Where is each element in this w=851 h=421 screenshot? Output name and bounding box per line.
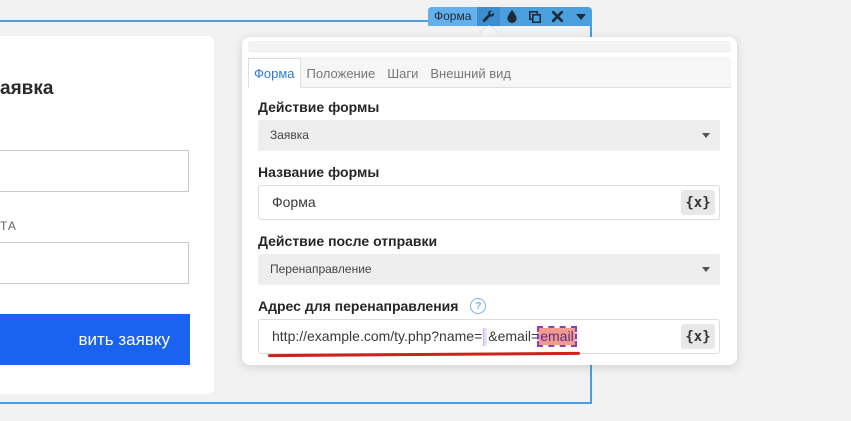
form-action-select[interactable]: Заявка [258, 120, 720, 151]
toolbar-label[interactable]: Форма [428, 7, 478, 26]
redirect-url-middle: &email= [488, 328, 540, 344]
toolbar-style-button[interactable] [500, 7, 523, 26]
after-submit-label: Действие после отправки [258, 233, 438, 249]
text-cursor [483, 328, 488, 347]
redirect-url-prefix: http://example.com/ty.php?name= [272, 328, 483, 344]
redirect-label: Адрес для перенаправления? [258, 298, 487, 315]
form-action-label: Действие формы [258, 99, 380, 115]
form-name-label: Название формы [258, 164, 380, 180]
toolbar-duplicate-button[interactable] [523, 7, 546, 26]
copy-icon [528, 10, 541, 23]
drop-icon [507, 10, 517, 23]
toolbar-settings-button[interactable] [477, 7, 501, 26]
after-submit-select[interactable]: Перенаправление [258, 254, 720, 285]
settings-panel: Форма Положение Шаги Внешний вид Действи… [242, 37, 737, 365]
form-name-input[interactable]: Форма {x} [258, 185, 720, 220]
toolbar-more-button[interactable] [569, 7, 592, 26]
toolbar-delete-button[interactable] [546, 7, 569, 26]
help-icon[interactable]: ? [470, 298, 487, 315]
after-submit-value: Перенаправление [270, 262, 372, 276]
tab-form[interactable]: Форма [248, 58, 301, 88]
chevron-down-icon [702, 267, 710, 272]
close-icon [552, 11, 564, 22]
variable-button[interactable]: {x} [681, 190, 715, 215]
form-action-value: Заявка [270, 128, 309, 142]
tab-steps[interactable]: Шаги [381, 65, 424, 87]
block-toolbar: Форма [428, 7, 593, 26]
tab-appearance[interactable]: Внешний вид [424, 65, 517, 87]
panel-drag-handle[interactable] [248, 41, 731, 52]
caret-down-icon [575, 13, 586, 20]
variable-button[interactable]: {x} [681, 324, 715, 349]
redirect-url-input[interactable]: http://example.com/ty.php?name= &email=em… [258, 319, 720, 354]
redirect-label-text: Адрес для перенаправления [258, 298, 459, 314]
wrench-icon [483, 10, 495, 22]
form-name-value: Форма [272, 194, 316, 210]
tab-position[interactable]: Положение [301, 65, 382, 87]
panel-tabs: Форма Положение Шаги Внешний вид [248, 57, 731, 88]
redirect-url-value: http://example.com/ty.php?name= &email=em… [272, 320, 577, 353]
email-variable-chip[interactable]: email [537, 326, 577, 347]
chevron-down-icon [702, 133, 710, 138]
